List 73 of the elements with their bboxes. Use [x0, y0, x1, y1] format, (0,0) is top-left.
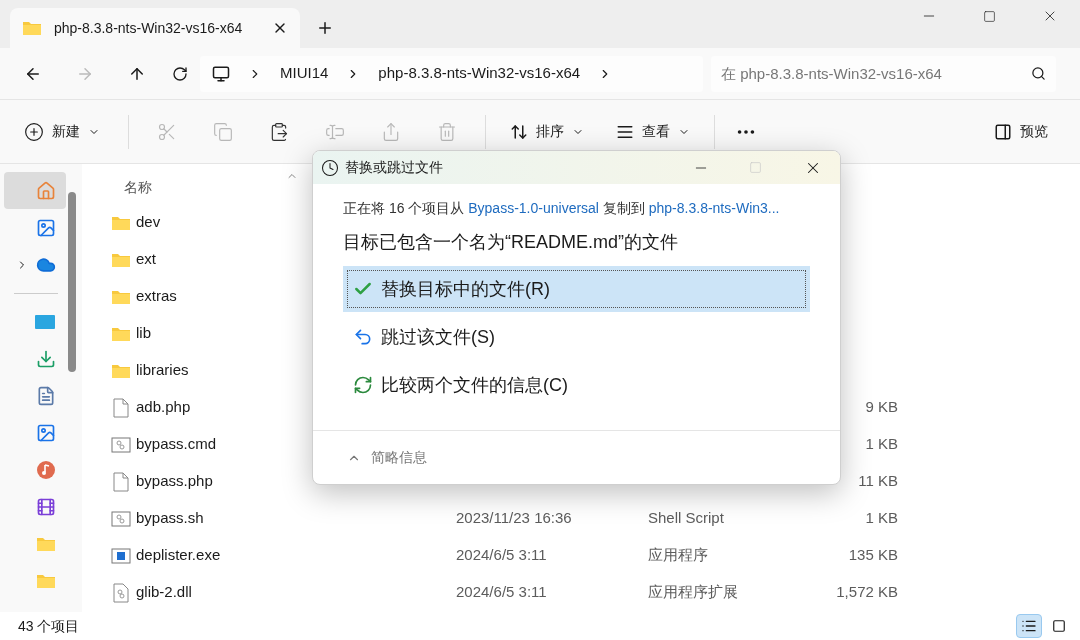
option-button[interactable]: 比较两个文件的信息(C)	[343, 362, 810, 408]
refresh-icon[interactable]	[172, 65, 188, 82]
folder-icon	[111, 288, 131, 305]
tab-title: php-8.3.8-nts-Win32-vs16-x64	[54, 18, 243, 38]
file-icon	[113, 397, 129, 418]
undo-icon	[353, 327, 373, 347]
copy-message: 正在将 16 个项目从 Bypass-1.0-universal 复制到 php-8.3.8-nts-Win3...	[343, 199, 781, 218]
gallery-icon[interactable]	[36, 217, 56, 238]
folder-icon	[22, 20, 42, 36]
desktop-icon[interactable]	[34, 313, 56, 330]
download-icon[interactable]	[36, 348, 56, 369]
file-date: 2023/11/23 16:36	[456, 509, 572, 527]
preview-pane-icon	[994, 122, 1012, 141]
folder-icon	[111, 251, 131, 268]
list-icon	[1021, 618, 1037, 634]
file-size: 1 KB	[865, 509, 898, 527]
sort-button[interactable]: 排序	[498, 121, 596, 142]
item-count: 43 个项目	[18, 616, 80, 636]
file-type: 应用程序扩展	[648, 583, 738, 601]
folder-icon	[111, 325, 131, 342]
scrollbar[interactable]	[68, 192, 76, 372]
file-icon	[113, 471, 129, 492]
file-size: 11 KB	[858, 472, 898, 490]
paste-icon[interactable]	[269, 121, 289, 142]
address-bar[interactable]: MIUI14 php-8.3.8-nts-Win32-vs16-x64	[200, 55, 703, 92]
clock-icon	[321, 158, 339, 177]
breadcrumb-item[interactable]: php-8.3.8-nts-Win32-vs16-x64	[378, 62, 581, 85]
document-icon[interactable]	[36, 385, 56, 406]
plus-icon	[24, 121, 44, 142]
maximize-icon[interactable]	[983, 10, 996, 23]
script-file-icon	[111, 509, 131, 528]
sort-icon	[510, 122, 528, 141]
details-toggle[interactable]: 简略信息	[371, 447, 427, 468]
folder-icon	[111, 214, 131, 231]
file-size: 135 KB	[848, 546, 898, 564]
video-icon[interactable]	[36, 496, 56, 517]
file-name[interactable]: glib-2.dll	[136, 581, 456, 604]
column-header[interactable]: 名称	[108, 176, 152, 198]
view-button[interactable]: 查看	[604, 121, 702, 142]
new-button[interactable]: 新建	[24, 121, 116, 142]
tile-icon	[1052, 619, 1066, 633]
search-icon[interactable]	[1031, 65, 1046, 81]
breadcrumb-item[interactable]: MIUI14	[280, 62, 329, 85]
compare-icon	[353, 375, 373, 395]
target-link[interactable]: php-8.3.8-nts-Win3...	[648, 200, 780, 216]
search-field[interactable]: 在 php-8.3.8-nts-Win32-vs16-x64	[711, 55, 1056, 92]
folder-icon	[36, 535, 56, 552]
file-size: 9 KB	[865, 398, 898, 416]
preview-button[interactable]: 预览	[994, 121, 1056, 142]
details-view-button[interactable]	[1016, 614, 1042, 638]
file-name[interactable]: bypass.sh	[136, 507, 456, 530]
file-type: 应用程序	[648, 546, 708, 564]
file-name[interactable]: deplister.exe	[136, 544, 456, 567]
folder-icon	[36, 572, 56, 589]
new-tab-icon[interactable]	[316, 19, 334, 37]
computer-icon	[212, 64, 230, 83]
tab[interactable]: php-8.3.8-nts-Win32-vs16-x64	[10, 8, 300, 48]
file-date: 2024/6/5 3:11	[456, 583, 547, 601]
file-date: 2024/6/5 3:11	[456, 546, 547, 564]
settings-file-icon	[113, 582, 129, 603]
dialog-heading: 目标已包含一个名为“README.md”的文件	[343, 231, 679, 254]
option-button[interactable]: 替换目标中的文件(R)	[343, 266, 810, 312]
folder-icon	[111, 362, 131, 379]
source-link[interactable]: Bypass-1.0-universal	[468, 200, 599, 216]
file-size: 1 KB	[865, 435, 898, 453]
file-type: Shell Script	[648, 509, 724, 527]
picture-icon[interactable]	[36, 422, 56, 443]
application-icon	[111, 546, 131, 565]
dialog-title: 替换或跳过文件	[345, 158, 443, 177]
file-size: 1,572 KB	[836, 583, 898, 601]
option-button[interactable]: 跳过该文件(S)	[343, 314, 810, 360]
script-file-icon	[111, 435, 131, 454]
music-icon[interactable]	[36, 459, 56, 480]
